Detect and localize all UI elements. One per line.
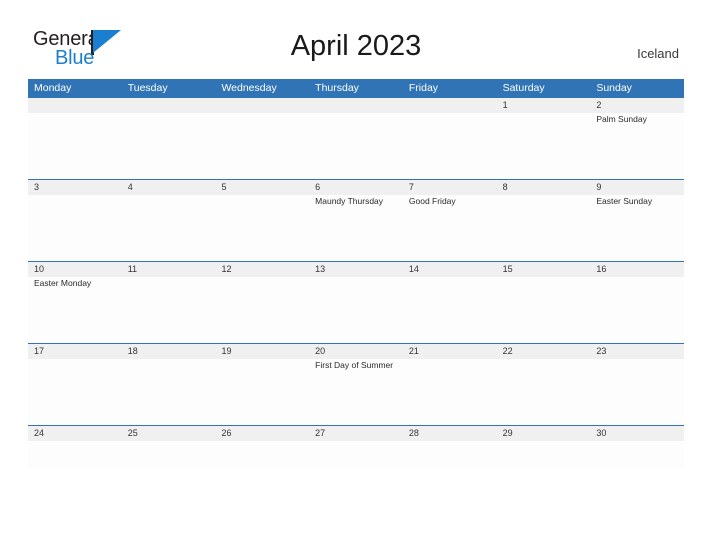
day-event[interactable]	[590, 359, 684, 425]
day-event[interactable]	[403, 113, 497, 179]
day-event[interactable]	[497, 113, 591, 179]
day-number[interactable]: 14	[403, 262, 497, 277]
day-number[interactable]: 2	[590, 98, 684, 113]
weekday-header-monday: Monday	[34, 82, 72, 94]
week-number-band: 17 18 19 20 21 22 23	[28, 343, 684, 359]
day-event[interactable]: Maundy Thursday	[309, 195, 403, 261]
day-event[interactable]	[403, 441, 497, 469]
day-event[interactable]	[122, 441, 216, 469]
day-event[interactable]	[28, 113, 122, 179]
day-number[interactable]: 26	[215, 426, 309, 441]
day-number[interactable]: 3	[28, 180, 122, 195]
day-event[interactable]: Easter Monday	[28, 277, 122, 343]
day-event[interactable]	[215, 441, 309, 469]
week-number-band: 10 11 12 13 14 15 16	[28, 261, 684, 277]
day-number[interactable]: 19	[215, 344, 309, 359]
week-event-band: Easter Monday	[28, 277, 684, 343]
day-number[interactable]: 9	[590, 180, 684, 195]
day-number[interactable]: 27	[309, 426, 403, 441]
week-event-band	[28, 441, 684, 469]
week-event-band: Maundy Thursday Good Friday Easter Sunda…	[28, 195, 684, 261]
day-event[interactable]: Palm Sunday	[590, 113, 684, 179]
day-event[interactable]	[122, 359, 216, 425]
day-event[interactable]	[590, 277, 684, 343]
day-event[interactable]	[309, 113, 403, 179]
week-number-band: 3 4 5 6 7 8 9	[28, 179, 684, 195]
weekday-header-sunday: Sunday	[596, 82, 632, 94]
day-number[interactable]: 1	[497, 98, 591, 113]
day-event[interactable]	[215, 277, 309, 343]
day-event[interactable]	[28, 441, 122, 469]
day-number[interactable]	[122, 98, 216, 113]
day-event[interactable]	[122, 277, 216, 343]
day-event[interactable]	[215, 113, 309, 179]
day-number[interactable]: 12	[215, 262, 309, 277]
weekday-header-wednesday: Wednesday	[221, 82, 277, 94]
calendar-week-row: 17 18 19 20 21 22 23 First Day of Summer	[28, 343, 684, 425]
day-event[interactable]: Good Friday	[403, 195, 497, 261]
day-number[interactable]: 30	[590, 426, 684, 441]
day-event[interactable]	[497, 277, 591, 343]
day-number[interactable]: 21	[403, 344, 497, 359]
day-number[interactable]: 18	[122, 344, 216, 359]
calendar-week-row: 3 4 5 6 7 8 9 Maundy Thursday Good Frida…	[28, 179, 684, 261]
calendar-week-row: 24 25 26 27 28 29 30	[28, 425, 684, 469]
day-number[interactable]: 10	[28, 262, 122, 277]
day-number[interactable]: 23	[590, 344, 684, 359]
day-event[interactable]	[403, 277, 497, 343]
day-event[interactable]	[497, 195, 591, 261]
day-event[interactable]	[28, 359, 122, 425]
day-event[interactable]: First Day of Summer	[309, 359, 403, 425]
calendar-page: General Blue April 2023 Iceland Monday T…	[0, 0, 712, 550]
day-number[interactable]: 25	[122, 426, 216, 441]
day-number[interactable]: 22	[497, 344, 591, 359]
day-number[interactable]: 11	[122, 262, 216, 277]
weekday-header-tuesday: Tuesday	[127, 82, 168, 94]
weekday-header-friday: Friday	[408, 82, 439, 94]
day-number[interactable]	[403, 98, 497, 113]
day-number[interactable]: 4	[122, 180, 216, 195]
day-event[interactable]	[403, 359, 497, 425]
day-number[interactable]: 28	[403, 426, 497, 441]
day-number[interactable]	[309, 98, 403, 113]
day-event[interactable]	[497, 359, 591, 425]
day-number[interactable]	[215, 98, 309, 113]
week-number-band: 24 25 26 27 28 29 30	[28, 425, 684, 441]
day-number[interactable]: 17	[28, 344, 122, 359]
day-number[interactable]: 5	[215, 180, 309, 195]
day-event[interactable]: Easter Sunday	[590, 195, 684, 261]
calendar-table: Monday Tuesday Wednesday Thursday Friday…	[28, 79, 684, 469]
day-number[interactable]: 8	[497, 180, 591, 195]
day-number[interactable]: 7	[403, 180, 497, 195]
day-number[interactable]	[28, 98, 122, 113]
day-event[interactable]	[309, 441, 403, 469]
day-event[interactable]	[215, 359, 309, 425]
day-event[interactable]	[28, 195, 122, 261]
day-number[interactable]: 20	[309, 344, 403, 359]
week-event-band: First Day of Summer	[28, 359, 684, 425]
day-event[interactable]	[497, 441, 591, 469]
page-header: General Blue April 2023 Iceland	[0, 0, 712, 75]
calendar-week-row: 10 11 12 13 14 15 16 Easter Monday	[28, 261, 684, 343]
day-event[interactable]	[590, 441, 684, 469]
day-number[interactable]: 24	[28, 426, 122, 441]
week-number-band: 1 2	[28, 97, 684, 113]
week-event-band: Palm Sunday	[28, 113, 684, 179]
page-title: April 2023	[290, 30, 422, 62]
day-number[interactable]: 15	[497, 262, 591, 277]
weekday-header-thursday: Thursday	[315, 82, 359, 94]
calendar-week-row: 1 2 Palm Sunday	[28, 97, 684, 179]
region-label: Iceland	[637, 46, 679, 61]
day-event[interactable]	[215, 195, 309, 261]
day-event[interactable]	[122, 113, 216, 179]
day-number[interactable]: 16	[590, 262, 684, 277]
day-number[interactable]: 6	[309, 180, 403, 195]
weekday-header-saturday: Saturday	[502, 82, 545, 94]
day-number[interactable]: 13	[309, 262, 403, 277]
day-event[interactable]	[309, 277, 403, 343]
day-event[interactable]	[122, 195, 216, 261]
weekday-header-row: Monday Tuesday Wednesday Thursday Friday…	[28, 79, 684, 97]
day-number[interactable]: 29	[497, 426, 591, 441]
